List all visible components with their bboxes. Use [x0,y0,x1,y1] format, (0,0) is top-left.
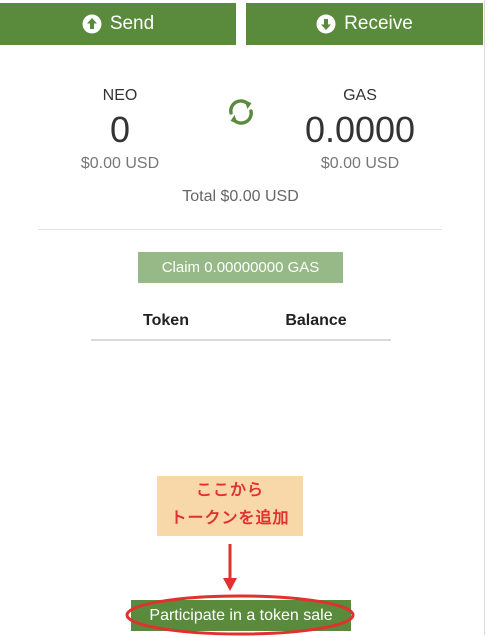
send-button[interactable]: Send [0,3,236,45]
annotation-arrow [223,544,237,591]
arrow-down-circle-icon [316,14,336,34]
neo-asset-name: NEO [102,87,138,104]
annotation-line-2: トークンを追加 [170,508,290,527]
participate-token-sale-button[interactable]: Participate in a token sale [131,600,351,631]
gas-usd-value: $0.00 USD [320,155,400,172]
column-header-balance: Balance [285,312,347,329]
gas-amount: 0.0000 [304,109,416,150]
neo-usd-value: $0.00 USD [80,155,160,172]
gas-asset-name: GAS [343,87,377,104]
neo-amount: 0 [109,109,131,150]
annotation-callout: ここから トークンを追加 [157,476,303,536]
annotation-line-1: ここから [195,480,264,499]
receive-label: Receive [344,13,413,34]
claim-gas-button[interactable]: Claim 0.00000000 GAS [138,252,343,283]
gas-balance: GAS 0.0000 $0.00 USD [280,86,440,174]
receive-button[interactable]: Receive [246,3,483,45]
refresh-icon[interactable] [226,97,256,127]
column-header-token: Token [143,312,189,329]
token-table: Token Balance [91,312,391,341]
arrow-up-circle-icon [82,14,102,34]
token-table-header: Token Balance [91,312,391,332]
send-label: Send [109,13,155,34]
table-header-rule [91,339,391,341]
divider [38,229,442,230]
total-balance: Total $0.00 USD [182,188,299,205]
neo-balance: NEO 0 $0.00 USD [40,86,200,174]
window-edge [484,0,485,635]
